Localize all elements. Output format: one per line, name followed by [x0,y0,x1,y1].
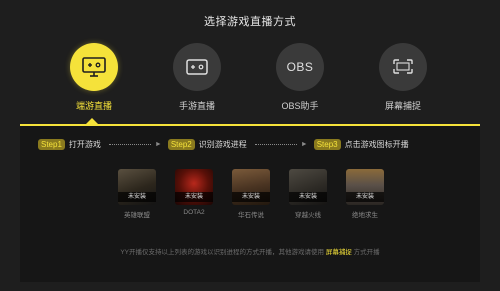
monitor-icon [70,43,118,91]
game-item-lol[interactable]: 未安装 英雄联盟 [116,169,158,219]
screen-capture-link[interactable]: 屏幕捕捉 [326,249,352,256]
step-connector [108,143,151,145]
mode-obs-helper[interactable]: OBS OBS助手 [265,43,335,112]
game-item-pubg[interactable]: 未安装 绝地求生 [344,169,386,219]
game-name: 穿越火线 [295,212,321,219]
mode-label: 端游直播 [75,101,112,111]
arrow-right-icon: ► [300,140,308,148]
game-name: DOTA2 [183,209,205,216]
obs-text-icon: OBS [276,43,324,91]
mode-pc-game[interactable]: 端游直播 [59,43,129,112]
game-thumbnail: 未安装 [118,169,156,205]
pc-game-panel: Step1 打开游戏 ► Step2 识别游戏进程 ► Step3 点击游戏图标… [20,124,480,282]
game-name: 英雄联盟 [124,212,150,219]
mode-selector: 端游直播 手游直播 OBS OBS助手 屏幕捕捉 [0,43,500,123]
step-text: 点击游戏图标开播 [344,139,409,149]
game-item-dota2[interactable]: 未安装 DOTA2 [173,169,215,216]
steps-row: Step1 打开游戏 ► Step2 识别游戏进程 ► Step3 点击游戏图标… [38,136,470,152]
screen-capture-icon [379,43,427,91]
step-connector [254,143,297,145]
game-thumbnail: 未安装 [289,169,327,205]
install-status: 未安装 [346,192,384,202]
install-status: 未安装 [232,192,270,202]
step-badge: Step3 [313,138,341,150]
mode-label: 屏幕捕捉 [384,101,421,111]
game-item-hearthstone[interactable]: 未安装 华石传说 [230,169,272,219]
game-thumbnail: 未安装 [232,169,270,205]
mode-mobile-game[interactable]: 手游直播 [162,43,232,112]
step-text: 识别游戏进程 [198,139,247,149]
gamepad-screen-icon [173,43,221,91]
arrow-right-icon: ► [154,140,162,148]
game-item-crossfire[interactable]: 未安装 穿越火线 [287,169,329,219]
mode-label: OBS助手 [281,101,319,111]
game-list: 未安装 英雄联盟 未安装 DOTA2 未安装 华石传说 未安装 穿越火线 未安装 [116,169,396,229]
install-status: 未安装 [289,192,327,202]
install-status: 未安装 [118,192,156,202]
mode-screen-capture[interactable]: 屏幕捕捉 [368,43,438,112]
mode-label: 手游直播 [178,101,215,111]
page-title: 选择游戏直播方式 [204,16,296,28]
install-status: 未安装 [175,192,213,202]
step-badge: Step2 [167,138,195,150]
game-name: 华石传说 [238,212,264,219]
game-thumbnail: 未安装 [346,169,384,205]
step-text: 打开游戏 [68,139,101,149]
game-thumbnail: 未安装 [175,169,213,205]
tip-text: YY开播仅支持以上列表的游戏以识别进程的方式开播，其他游戏请使用 屏幕捕捉 方式… [120,249,380,256]
step-badge: Step1 [38,138,65,150]
game-name: 绝地求生 [352,212,378,219]
